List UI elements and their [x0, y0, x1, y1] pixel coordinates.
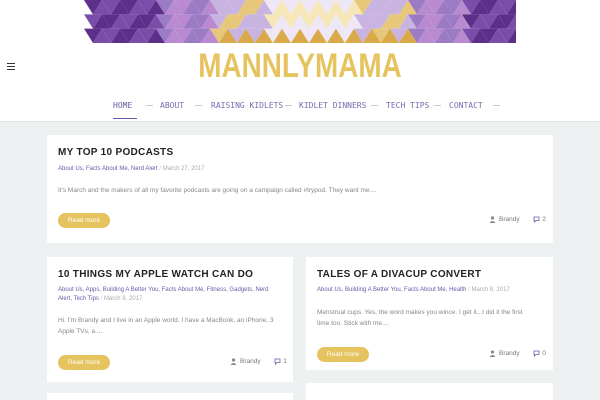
post-card: MY TOP 10 PODCASTS About Us, Facts About… [47, 135, 553, 243]
post-comment-count[interactable]: 0 [542, 350, 546, 357]
post-comment-count[interactable]: 1 [283, 358, 287, 365]
post-card: 10 THINGS MY APPLE WATCH CAN DO About Us… [47, 257, 293, 382]
post-card-partial [47, 393, 293, 400]
post-categories[interactable]: About Us, Building A Better You, Facts A… [317, 287, 466, 293]
nav-item-about[interactable]: ABOUT [160, 101, 184, 110]
post-excerpt-line: Apple TVs, a.... [58, 328, 103, 335]
site-logo[interactable]: MANNLYMAMA [54, 47, 546, 86]
nav-separator [493, 105, 500, 106]
read-more-button[interactable]: Read more [317, 347, 369, 362]
post-card: TALES OF A DIVACUP CONVERT About Us, Bui… [306, 257, 553, 370]
post-meta: About Us, Facts About Me, Nerd Alert / M… [58, 165, 204, 174]
post-author[interactable]: Brandy [499, 216, 520, 223]
comment-bubble-icon [533, 216, 540, 223]
post-excerpt: It's March and the makers of all my favo… [58, 187, 377, 194]
post-excerpt-line: Hi. I'm Brandy and I live in an Apple wo… [58, 317, 274, 324]
post-title[interactable]: 10 THINGS MY APPLE WATCH CAN DO [58, 269, 253, 280]
post-author[interactable]: Brandy [240, 358, 261, 365]
post-excerpt-line: Menstrual cups. Yes, the word makes you … [317, 309, 523, 316]
comment-bubble-icon [274, 358, 281, 365]
read-more-button[interactable]: Read more [58, 355, 110, 370]
post-excerpt: Hi. I'm Brandy and I live in an Apple wo… [58, 315, 288, 337]
post-footer: Brandy 1 [230, 358, 287, 365]
post-footer: Brandy 0 [489, 350, 546, 357]
hamburger-icon[interactable] [7, 63, 15, 70]
post-date: March 27, 2017 [162, 166, 205, 172]
post-card-partial [306, 383, 553, 400]
post-excerpt-line: time too. Stick with me.... [317, 320, 390, 327]
post-excerpt: Menstrual cups. Yes, the word makes you … [317, 307, 549, 329]
nav-active-indicator [113, 118, 137, 119]
post-meta: About Us, Apps, Building A Better You, F… [58, 286, 288, 304]
post-date: March 9, 2017 [103, 296, 143, 302]
nav-item-tech-tips[interactable]: TECH TIPS [386, 101, 429, 110]
nav-item-kidlet-dinners[interactable]: KIDLET DINNERS [299, 101, 366, 110]
user-icon [230, 358, 237, 365]
post-title[interactable]: MY TOP 10 PODCASTS [58, 147, 173, 158]
read-more-button[interactable]: Read more [58, 213, 110, 228]
post-categories-continued[interactable]: Alert, Tech Tips [58, 296, 99, 302]
post-title[interactable]: TALES OF A DIVACUP CONVERT [317, 269, 481, 280]
post-comment-count[interactable]: 2 [542, 216, 546, 223]
nav-separator [285, 105, 292, 106]
nav-item-raising-kidlets[interactable]: RAISING KIDLETS [211, 101, 283, 110]
user-icon [489, 350, 496, 357]
nav-item-contact[interactable]: CONTACT [449, 101, 483, 110]
user-icon [489, 216, 496, 223]
nav-item-home[interactable]: HOME [113, 101, 132, 110]
post-footer: Brandy 2 [489, 216, 546, 223]
header-banner-image [84, 0, 516, 43]
post-categories[interactable]: About Us, Facts About Me, Nerd Alert [58, 166, 158, 172]
post-author[interactable]: Brandy [499, 350, 520, 357]
nav-separator [434, 105, 441, 106]
post-date: March 8, 2017 [471, 287, 510, 293]
post-meta: About Us, Building A Better You, Facts A… [317, 286, 549, 295]
nav-separator [195, 105, 202, 106]
nav-separator [146, 105, 153, 106]
nav-separator [371, 105, 378, 106]
post-categories[interactable]: About Us, Apps, Building A Better You, F… [58, 286, 288, 295]
comment-bubble-icon [533, 350, 540, 357]
